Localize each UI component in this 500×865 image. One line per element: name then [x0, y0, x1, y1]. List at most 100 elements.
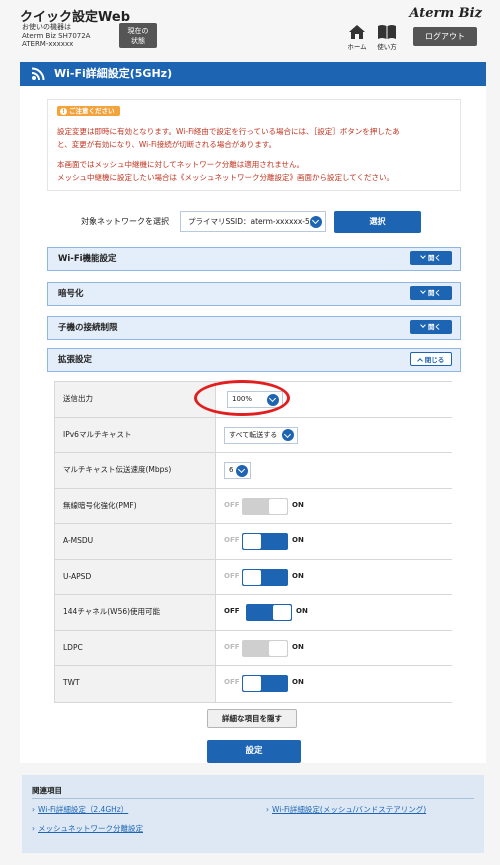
table-row: U-APSD OFF ON — [55, 559, 452, 595]
table-row: IPv6マルチキャスト すべて転送する — [55, 417, 452, 453]
notice-title: ご注意ください — [69, 107, 115, 115]
status-button-line2: 状態 — [131, 37, 145, 45]
toggle-off-label: OFF — [224, 571, 240, 580]
chevron-down-icon — [310, 215, 322, 228]
notice-box: ! ご注意ください 設定変更は即時に有効となります。Wi-Fi経由で設定を行ってい… — [47, 99, 461, 191]
wifi-icon — [31, 67, 45, 81]
toggle-off-label: OFF — [224, 607, 240, 615]
toggle-off-label: OFF — [224, 678, 240, 686]
info-icon: ! — [60, 108, 67, 115]
toggle-track — [246, 604, 292, 621]
toggle-knob — [243, 569, 261, 585]
notice-badge: ! ご注意ください — [57, 106, 120, 116]
select-network-button[interactable]: 選択 — [334, 211, 421, 233]
aterm-logo: Aterm Biz — [409, 6, 482, 21]
section-title: 暗号化 — [58, 289, 84, 299]
row-label: LDPC — [55, 630, 215, 665]
row-label: 送信出力 — [55, 382, 215, 417]
network-select[interactable]: プライマリSSID：aterm-xxxxxx-5p — [180, 211, 326, 232]
row-value: 6 — [215, 453, 452, 488]
multicast-rate-select[interactable]: 6 — [224, 462, 251, 479]
section-advanced[interactable]: 拡張設定 閉じる — [47, 348, 461, 372]
open-button[interactable]: 開く — [410, 320, 452, 334]
divider — [32, 798, 474, 799]
open-button[interactable]: 開く — [410, 251, 452, 265]
book-icon — [378, 25, 396, 39]
button-label: 開く — [428, 289, 441, 297]
row-label: U-APSD — [55, 559, 215, 594]
toggle-on-label: ON — [296, 607, 308, 615]
row-value: すべて転送する — [215, 417, 452, 452]
hide-details-button[interactable]: 詳細な項目を隠す — [207, 709, 297, 728]
toggle-knob — [269, 498, 287, 514]
toggle-track — [242, 533, 288, 550]
help-label: 使い方 — [377, 43, 397, 51]
ldpc-toggle[interactable]: OFF ON — [224, 639, 314, 658]
section-client-limit[interactable]: 子機の接続制限 開く — [47, 316, 461, 340]
logout-button[interactable]: ログアウト — [413, 27, 477, 46]
toggle-on-label: ON — [292, 536, 304, 544]
link-mesh-network-isolation[interactable]: メッシュネットワーク分離設定 — [32, 823, 143, 834]
chevron-up-icon — [416, 358, 423, 364]
row-label: IPv6マルチキャスト — [55, 417, 215, 452]
section-encryption[interactable]: 暗号化 開く — [47, 282, 461, 306]
toggle-on-label: ON — [292, 571, 304, 580]
close-button[interactable]: 閉じる — [410, 352, 452, 366]
table-row: A-MSDU OFF ON — [55, 524, 452, 560]
row-label: マルチキャスト伝送速度(Mbps) — [55, 453, 215, 488]
section-wifi-function[interactable]: Wi-Fi機能設定 開く — [47, 247, 461, 271]
highlight-circle — [194, 380, 290, 416]
multicast-rate-value: 6 — [229, 466, 234, 474]
pmf-toggle[interactable]: OFF ON — [224, 497, 314, 516]
row-value: OFF ON — [215, 666, 452, 702]
twt-toggle[interactable]: OFF ON — [224, 675, 314, 693]
toggle-on-label: ON — [292, 678, 304, 686]
button-label: 閉じる — [424, 356, 445, 364]
chevron-down-icon — [420, 322, 426, 328]
section-title: Wi-Fi機能設定 — [58, 254, 117, 264]
current-status-button[interactable]: 現在の 状態 — [119, 23, 157, 48]
button-label: 開く — [428, 254, 441, 262]
device-info: お使いの機器は Aterm Biz SH7072A ATERM-xxxxxx — [22, 23, 90, 49]
toggle-on-label: ON — [292, 500, 304, 509]
advanced-settings-table: 送信出力 100% IPv6マルチキャスト すべて転送する マルチキャスト伝送速… — [54, 381, 452, 703]
toggle-off-label: OFF — [224, 642, 240, 651]
notice-line: と、変更が有効になり、Wi-Fi接続が切断される場合があります。 — [57, 140, 277, 149]
toggle-track — [242, 639, 288, 657]
network-select-label: 対象ネットワークを選択 — [81, 217, 169, 226]
chevron-down-icon — [236, 464, 248, 477]
uapsd-toggle[interactable]: OFF ON — [224, 568, 314, 587]
device-name: ATERM-xxxxxx — [22, 40, 74, 48]
chevron-down-icon — [420, 253, 426, 259]
table-row: TWT OFF ON — [55, 666, 452, 702]
page-title-bar: Wi-Fi詳細設定(5GHz) — [20, 62, 486, 86]
apply-button[interactable]: 設定 — [207, 740, 301, 763]
open-button[interactable]: 開く — [410, 286, 452, 300]
row-value: OFF ON — [215, 630, 452, 665]
button-label: 開く — [428, 323, 441, 331]
chevron-down-icon — [420, 288, 426, 294]
home-nav[interactable]: ホーム — [343, 24, 371, 54]
home-label: ホーム — [347, 43, 367, 51]
ch144-toggle[interactable]: OFF ON — [224, 604, 314, 622]
link-wifi-2-4ghz[interactable]: Wi-Fi詳細設定（2.4GHz） — [32, 804, 128, 815]
row-value: OFF ON — [215, 524, 452, 559]
table-row: LDPC OFF ON — [55, 630, 452, 666]
page-title: Wi-Fi詳細設定(5GHz) — [54, 67, 173, 80]
status-button-line1: 現在の — [127, 27, 149, 35]
amsdu-toggle[interactable]: OFF ON — [224, 533, 314, 551]
table-row: マルチキャスト伝送速度(Mbps) 6 — [55, 453, 452, 489]
chevron-down-icon — [282, 429, 294, 441]
help-nav[interactable]: 使い方 — [373, 24, 401, 54]
ipv6-multicast-select[interactable]: すべて転送する — [224, 426, 298, 444]
row-value: OFF ON — [215, 488, 452, 523]
ipv6-multicast-value: すべて転送する — [229, 430, 278, 439]
related-links: 関連項目 Wi-Fi詳細設定（2.4GHz） Wi-Fi詳細設定(メッシュ/バン… — [22, 775, 484, 853]
toggle-knob — [269, 640, 287, 656]
toggle-knob — [243, 534, 261, 549]
related-title: 関連項目 — [32, 786, 62, 795]
row-label: TWT — [55, 666, 215, 702]
device-model: Aterm Biz SH7072A — [22, 31, 91, 40]
link-wifi-mesh-band-steering[interactable]: Wi-Fi詳細設定(メッシュ/バンドステアリング) — [266, 804, 426, 815]
notice-line: 本画面ではメッシュ中継機に対してネットワーク分離は適用されません。 — [57, 160, 305, 169]
